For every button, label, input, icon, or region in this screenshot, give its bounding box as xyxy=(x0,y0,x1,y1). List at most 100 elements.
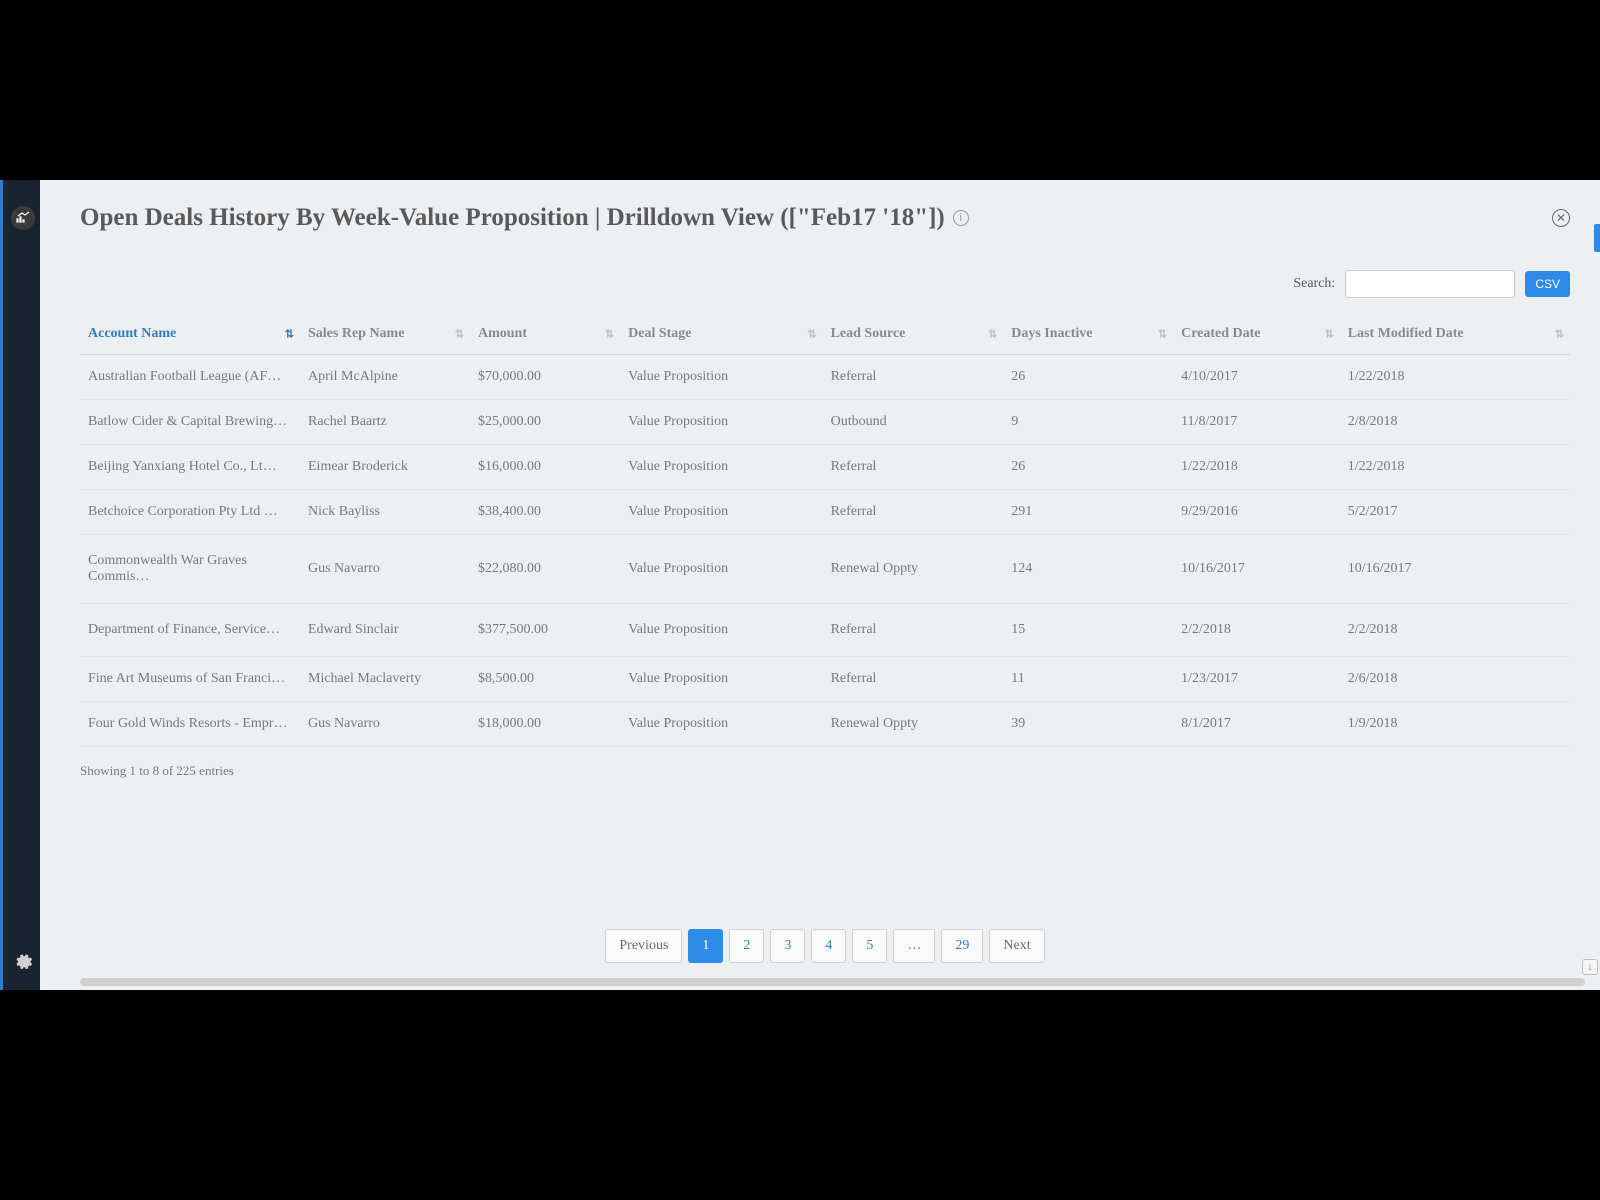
cell-amount: $16,000.00 xyxy=(470,445,620,490)
search-input[interactable] xyxy=(1345,270,1515,298)
info-icon[interactable]: i xyxy=(953,210,969,226)
page-prev-button[interactable]: Previous xyxy=(605,929,682,963)
cell-account: Fine Art Museums of San Franci… xyxy=(80,657,300,702)
cell-source: Referral xyxy=(823,490,1004,535)
cell-salesrep: Rachel Baartz xyxy=(300,400,470,445)
col-last-modified[interactable]: Last Modified Date⇅ xyxy=(1340,314,1570,355)
cell-account: Batlow Cider & Capital Brewing… xyxy=(80,400,300,445)
panel-header: Open Deals History By Week-Value Proposi… xyxy=(80,204,1570,232)
cell-salesrep: Edward Sinclair xyxy=(300,604,470,657)
cell-inactive: 39 xyxy=(1003,702,1173,747)
page-4-button[interactable]: 4 xyxy=(811,929,846,963)
cell-inactive: 26 xyxy=(1003,355,1173,400)
cell-amount: $70,000.00 xyxy=(470,355,620,400)
cell-source: Referral xyxy=(823,604,1004,657)
page-2-button[interactable]: 2 xyxy=(729,929,764,963)
col-days-inactive[interactable]: Days Inactive⇅ xyxy=(1003,314,1173,355)
deals-table: Account Name⇅ Sales Rep Name⇅ Amount⇅ De… xyxy=(80,314,1570,747)
sort-icon: ⇅ xyxy=(455,328,464,341)
cell-source: Referral xyxy=(823,445,1004,490)
cell-source: Renewal Oppty xyxy=(823,535,1004,604)
cell-inactive: 15 xyxy=(1003,604,1173,657)
cell-inactive: 11 xyxy=(1003,657,1173,702)
cell-created: 1/22/2018 xyxy=(1173,445,1340,490)
cell-created: 9/29/2016 xyxy=(1173,490,1340,535)
cell-amount: $8,500.00 xyxy=(470,657,620,702)
cell-stage: Value Proposition xyxy=(620,702,822,747)
cell-inactive: 9 xyxy=(1003,400,1173,445)
col-sales-rep[interactable]: Sales Rep Name⇅ xyxy=(300,314,470,355)
cell-source: Referral xyxy=(823,657,1004,702)
horizontal-scrollbar[interactable] xyxy=(80,978,1585,986)
cell-amount: $25,000.00 xyxy=(470,400,620,445)
drilldown-panel: Open Deals History By Week-Value Proposi… xyxy=(80,204,1570,963)
cell-created: 2/2/2018 xyxy=(1173,604,1340,657)
cell-stage: Value Proposition xyxy=(620,400,822,445)
page-1-button[interactable]: 1 xyxy=(688,929,723,963)
table-row[interactable]: Batlow Cider & Capital Brewing…Rachel Ba… xyxy=(80,400,1570,445)
sort-asc-icon: ⇅ xyxy=(285,328,294,341)
cell-modified: 5/2/2017 xyxy=(1340,490,1570,535)
table-row[interactable]: Australian Football League (AF…April McA… xyxy=(80,355,1570,400)
cell-stage: Value Proposition xyxy=(620,490,822,535)
col-amount[interactable]: Amount⇅ xyxy=(470,314,620,355)
gear-icon[interactable] xyxy=(13,950,33,975)
cell-account: Department of Finance, Service… xyxy=(80,604,300,657)
table-row[interactable]: Fine Art Museums of San Franci…Michael M… xyxy=(80,657,1570,702)
table-row[interactable]: Commonwealth War Graves Commis…Gus Navar… xyxy=(80,535,1570,604)
download-arrow-icon[interactable]: ↓ xyxy=(1582,959,1598,975)
col-created-date[interactable]: Created Date⇅ xyxy=(1173,314,1340,355)
cell-account: Betchoice Corporation Pty Ltd … xyxy=(80,490,300,535)
page-5-button[interactable]: 5 xyxy=(852,929,887,963)
table-row[interactable]: Four Gold Winds Resorts - Empr…Gus Navar… xyxy=(80,702,1570,747)
sort-icon: ⇅ xyxy=(807,328,816,341)
page-ellipsis: … xyxy=(893,929,935,963)
sort-icon: ⇅ xyxy=(605,328,614,341)
col-account-name[interactable]: Account Name⇅ xyxy=(80,314,300,355)
cell-created: 4/10/2017 xyxy=(1173,355,1340,400)
col-lead-source[interactable]: Lead Source⇅ xyxy=(823,314,1004,355)
cell-stage: Value Proposition xyxy=(620,535,822,604)
panel-title: Open Deals History By Week-Value Proposi… xyxy=(80,204,945,232)
main-area: ↓ Open Deals History By Week-Value Propo… xyxy=(40,180,1600,990)
cell-account: Beijing Yanxiang Hotel Co., Lt… xyxy=(80,445,300,490)
cell-created: 10/16/2017 xyxy=(1173,535,1340,604)
cell-salesrep: Michael Maclaverty xyxy=(300,657,470,702)
cell-amount: $377,500.00 xyxy=(470,604,620,657)
csv-button[interactable]: CSV xyxy=(1525,271,1570,297)
search-label: Search: xyxy=(1293,276,1335,292)
cell-modified: 2/2/2018 xyxy=(1340,604,1570,657)
table-row[interactable]: Beijing Yanxiang Hotel Co., Lt…Eimear Br… xyxy=(80,445,1570,490)
cell-stage: Value Proposition xyxy=(620,445,822,490)
close-icon[interactable]: ✕ xyxy=(1552,209,1570,227)
cell-created: 8/1/2017 xyxy=(1173,702,1340,747)
cell-modified: 1/9/2018 xyxy=(1340,702,1570,747)
pagination: Previous12345…29Next xyxy=(80,929,1570,963)
sidebar xyxy=(0,180,40,990)
side-tab[interactable] xyxy=(1594,224,1600,252)
cell-source: Renewal Oppty xyxy=(823,702,1004,747)
cell-salesrep: Nick Bayliss xyxy=(300,490,470,535)
cell-source: Outbound xyxy=(823,400,1004,445)
cell-amount: $18,000.00 xyxy=(470,702,620,747)
cell-modified: 2/8/2018 xyxy=(1340,400,1570,445)
cell-modified: 1/22/2018 xyxy=(1340,445,1570,490)
table-header-row: Account Name⇅ Sales Rep Name⇅ Amount⇅ De… xyxy=(80,314,1570,355)
toolbar: Search: CSV xyxy=(80,270,1570,298)
sort-icon: ⇅ xyxy=(988,328,997,341)
cell-created: 11/8/2017 xyxy=(1173,400,1340,445)
table-info: Showing 1 to 8 of 225 entries xyxy=(80,763,1570,779)
page-3-button[interactable]: 3 xyxy=(770,929,805,963)
cell-salesrep: Gus Navarro xyxy=(300,535,470,604)
table-row[interactable]: Department of Finance, Service…Edward Si… xyxy=(80,604,1570,657)
col-deal-stage[interactable]: Deal Stage⇅ xyxy=(620,314,822,355)
page-next-button[interactable]: Next xyxy=(989,929,1044,963)
page-29-button[interactable]: 29 xyxy=(941,929,983,963)
cell-inactive: 26 xyxy=(1003,445,1173,490)
table-row[interactable]: Betchoice Corporation Pty Ltd …Nick Bayl… xyxy=(80,490,1570,535)
cell-created: 1/23/2017 xyxy=(1173,657,1340,702)
cell-salesrep: Gus Navarro xyxy=(300,702,470,747)
chart-icon[interactable] xyxy=(11,206,35,230)
cell-account: Four Gold Winds Resorts - Empr… xyxy=(80,702,300,747)
cell-amount: $22,080.00 xyxy=(470,535,620,604)
